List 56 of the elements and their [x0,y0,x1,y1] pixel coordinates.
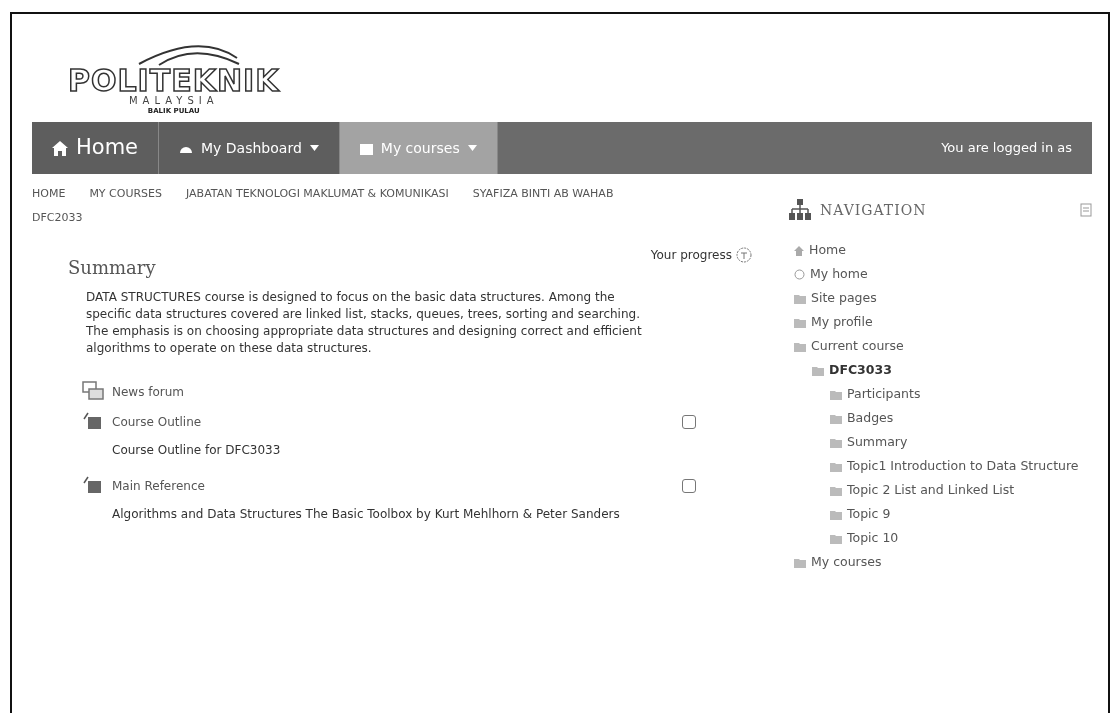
circle-icon [794,269,805,280]
home-icon [52,140,68,156]
completion-checkbox[interactable] [682,415,696,429]
help-icon[interactable] [736,247,752,263]
section-title: Summary [68,256,156,280]
nav-tree-item[interactable]: Participants [830,382,1088,406]
folder-icon [830,533,842,544]
nav-tree-item[interactable]: Home [794,238,1088,262]
forum-icon [82,381,104,403]
nav-tree-item[interactable]: My home [794,262,1088,286]
nav-tree-item[interactable]: Current course [794,334,1088,358]
nav-tree-item[interactable]: Summary [830,430,1088,454]
nav-tree-item[interactable]: Topic 2 List and Linked List [830,478,1088,502]
block-title: NAVIGATION [820,200,927,220]
nav-tree-item[interactable]: My profile [794,310,1088,334]
nav-tree-item[interactable]: Topic 10 [830,526,1088,550]
breadcrumb-link[interactable]: JABATAN TEKNOLOGI MAKLUMAT & KOMUNIKASI [186,182,449,206]
home-icon [794,245,804,256]
completion-checkbox[interactable] [682,479,696,493]
folder-icon [830,509,842,520]
progress-label: Your progress [650,247,732,264]
nav-tree-item[interactable]: Topic1 Introduction to Data Structure [830,454,1088,478]
folder-icon [794,341,806,352]
nav-tree-item[interactable]: My courses [794,550,1088,574]
breadcrumb-link[interactable]: DFC2033 [32,206,748,230]
caret-icon [467,145,477,151]
folder-icon [794,317,806,328]
activity-link[interactable]: Main Reference [112,477,674,495]
breadcrumb-link[interactable]: HOME [32,182,66,206]
activity-link[interactable]: Course Outline [112,413,674,431]
nav-menu-item[interactable]: Home [32,122,159,174]
folder-icon [830,485,842,496]
nav-tree-item[interactable]: Topic 9 [830,502,1088,526]
breadcrumb-link[interactable]: SYAFIZA BINTI AB WAHAB [472,182,614,206]
folder-icon [794,557,806,568]
logo-country: MALAYSIA [128,96,219,106]
activity-description: Course Outline for DFC3033 [111,442,282,459]
course-description: DATA STRUCTURES course is designed to focus on the basic data structures. Among the specific data structures covered are linked list, stacks, queues, trees, sorting and searching. The emphasis is on choosing appropriate data structures and designing correct and efficient algorithms to operate on these data structures. [85,289,643,357]
nav-menu-item[interactable]: My Dashboard [159,122,340,174]
calendar-icon [359,141,373,155]
login-status: You are logged in as [941,139,1072,158]
folder-icon [830,461,842,472]
folder-icon [830,413,842,424]
caret-icon [309,145,319,151]
logo-name: POLITEKNIK [68,66,280,96]
breadcrumb-link[interactable]: MY COURSES [89,182,163,206]
folder-icon [830,437,842,448]
nav-tree-item[interactable]: Site pages [794,286,1088,310]
folder-icon [830,389,842,400]
folder-icon [794,293,806,304]
sitemap-icon [788,198,812,222]
nav-tree-item[interactable]: DFC3033 [812,358,1088,382]
activity-link[interactable]: News forum [112,383,696,401]
folder-icon [812,365,824,376]
nav-tree-item[interactable]: Badges [830,406,1088,430]
activity-description: Algorithms and Data Structures The Basic Toolbox by Kurt Mehlhorn & Peter Sanders [111,506,621,523]
